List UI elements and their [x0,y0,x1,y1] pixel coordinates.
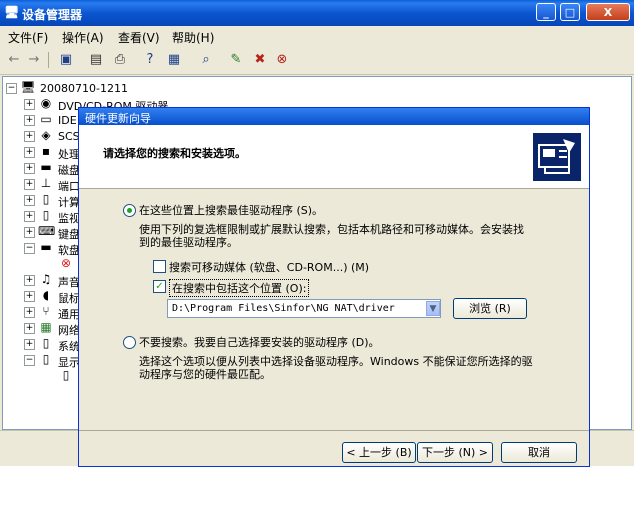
error-device-icon: ⊗ [60,256,72,270]
tree-item-label: 网络 [58,324,80,337]
tree-root-label: 20080710-1211 [40,82,128,95]
device-manager-app-icon: 🖥 [4,5,20,19]
minimize-button[interactable]: _ [536,3,556,21]
browse-button[interactable]: 浏览 (R) [453,298,527,319]
expand-icon[interactable]: + [24,99,35,110]
tree-item-label: SCS [58,130,80,143]
next-button[interactable]: 下一步 (N) > [417,442,493,463]
wizard-title: 硬件更新向导 [85,112,151,125]
tree-item-label: 声音 [58,276,80,289]
toolbar: ← → ▣ ▤ ⎙ ? ▦ ⌕ ✎ ✖ ⊗ [0,46,634,75]
computer-icon: 🖥 [20,80,36,94]
hardware-wizard-icon [533,133,581,181]
maximize-button[interactable]: □ [560,3,580,21]
expand-icon[interactable]: + [24,307,35,318]
expand-icon[interactable]: + [24,115,35,126]
tree-item-label: 系统 [58,340,80,353]
scsi-icon: ◈ [41,128,51,142]
expand-icon[interactable]: + [24,323,35,334]
menu-file[interactable]: 文件(F) [8,29,48,46]
print-icon[interactable]: ⎙ [112,52,128,67]
display-adapter-icon: ▯ [62,368,70,382]
chevron-down-icon[interactable]: ▼ [426,301,440,316]
tree-item-label: 端口 [58,180,80,193]
disk-icon: ▬ [40,160,52,174]
update-driver-icon[interactable]: ✎ [228,52,244,67]
device-manager-titlebar[interactable]: 🖥 设备管理器 _ □ X [0,0,634,26]
expand-icon[interactable]: + [24,211,35,222]
wizard-header: 请选择您的搜索和安装选项。 [79,125,589,189]
manual-option-label[interactable]: 不要搜索。我要自己选择要安装的驱动程序 (D)。 [139,334,380,350]
floppy-controller-icon: ▬ [40,240,52,254]
display-adapter-icon: ▯ [42,352,50,366]
location-path-combobox[interactable]: D:\Program Files\Sinfor\NG NAT\driver ▼ [167,299,441,318]
menu-help[interactable]: 帮助(H) [172,29,214,46]
include-location-label[interactable]: 在搜索中包括这个位置 (O): [169,279,310,297]
processor-icon: ▪ [41,144,51,158]
back-button[interactable]: < 上一步 (B) [342,442,416,463]
location-path-value: D:\Program Files\Sinfor\NG NAT\driver [172,303,395,314]
collapse-icon[interactable]: − [24,355,35,366]
expand-icon[interactable]: + [24,179,35,190]
wizard-footer-divider [79,430,589,431]
expand-icon[interactable]: + [24,131,35,142]
sound-icon: ♫ [40,272,52,286]
tree-item-label: 监视 [58,212,80,225]
include-location-checkbox[interactable]: ✓ [153,280,166,293]
window-title: 设备管理器 [22,8,83,22]
tree-item-label: IDE [58,114,77,127]
network-icon: ▦ [40,320,52,334]
cancel-button[interactable]: 取消 [501,442,577,463]
mouse-icon: ◖ [42,288,50,302]
expand-icon[interactable]: + [24,195,35,206]
scan-hardware-icon[interactable]: ⌕ [198,52,214,67]
expand-icon[interactable]: + [24,339,35,350]
search-option-radio[interactable] [123,204,136,217]
search-option-description: 到的最佳驱动程序。 [139,236,238,249]
show-hide-tree-icon[interactable]: ▣ [58,52,74,67]
close-button[interactable]: X [586,3,630,21]
expand-icon[interactable]: + [24,227,35,238]
usb-icon: ⑂ [42,304,50,318]
properties-icon[interactable]: ▤ [88,52,104,67]
back-arrow-icon[interactable]: ← [6,52,22,67]
wizard-titlebar[interactable]: 硬件更新向导 [79,108,589,125]
view-icon[interactable]: ▦ [166,52,182,67]
menu-bar: 文件(F) 操作(A) 查看(V) 帮助(H) [0,26,634,46]
expand-icon[interactable]: + [24,163,35,174]
port-icon: ⊥ [40,176,52,190]
hardware-update-wizard: 硬件更新向导 请选择您的搜索和安装选项。 在这些位置上搜索最佳驱动程序 (S)。… [78,107,590,467]
help-icon[interactable]: ? [142,52,158,67]
tree-item-label: 计算 [58,196,80,209]
manual-option-radio[interactable] [123,336,136,349]
uninstall-device-icon[interactable]: ⊗ [274,52,290,67]
removable-media-label[interactable]: 搜索可移动媒体 (软盘、CD-ROM...) (M) [169,259,369,275]
manual-option-description: 动程序与您的硬件最匹配。 [139,368,271,381]
search-option-label[interactable]: 在这些位置上搜索最佳驱动程序 (S)。 [139,202,323,218]
menu-view[interactable]: 查看(V) [118,29,160,46]
keyboard-icon: ⌨ [38,224,56,238]
disable-device-icon[interactable]: ✖ [252,52,268,67]
expand-icon[interactable]: + [24,275,35,286]
ide-controller-icon: ▭ [40,112,52,126]
collapse-icon[interactable]: − [24,243,35,254]
cdrom-icon: ◉ [40,96,52,110]
forward-arrow-icon[interactable]: → [26,52,42,67]
system-devices-icon: ▯ [42,336,50,350]
computer-icon: ▯ [42,192,50,206]
monitor-icon: ▯ [42,208,50,222]
toolbar-separator [48,52,49,68]
removable-media-checkbox[interactable] [153,260,166,273]
tree-item-label: 通用 [58,308,80,321]
wizard-heading: 请选择您的搜索和安装选项。 [103,147,246,160]
tree-item-label: 处理 [58,148,80,161]
tree-item-label: 磁盘 [58,164,80,177]
expand-icon[interactable]: + [24,147,35,158]
menu-action[interactable]: 操作(A) [62,29,104,46]
expand-icon[interactable]: + [24,291,35,302]
tree-item-label: 鼠标 [58,292,80,305]
collapse-icon[interactable]: − [6,83,17,94]
tree-item-label: 键盘 [58,228,80,241]
